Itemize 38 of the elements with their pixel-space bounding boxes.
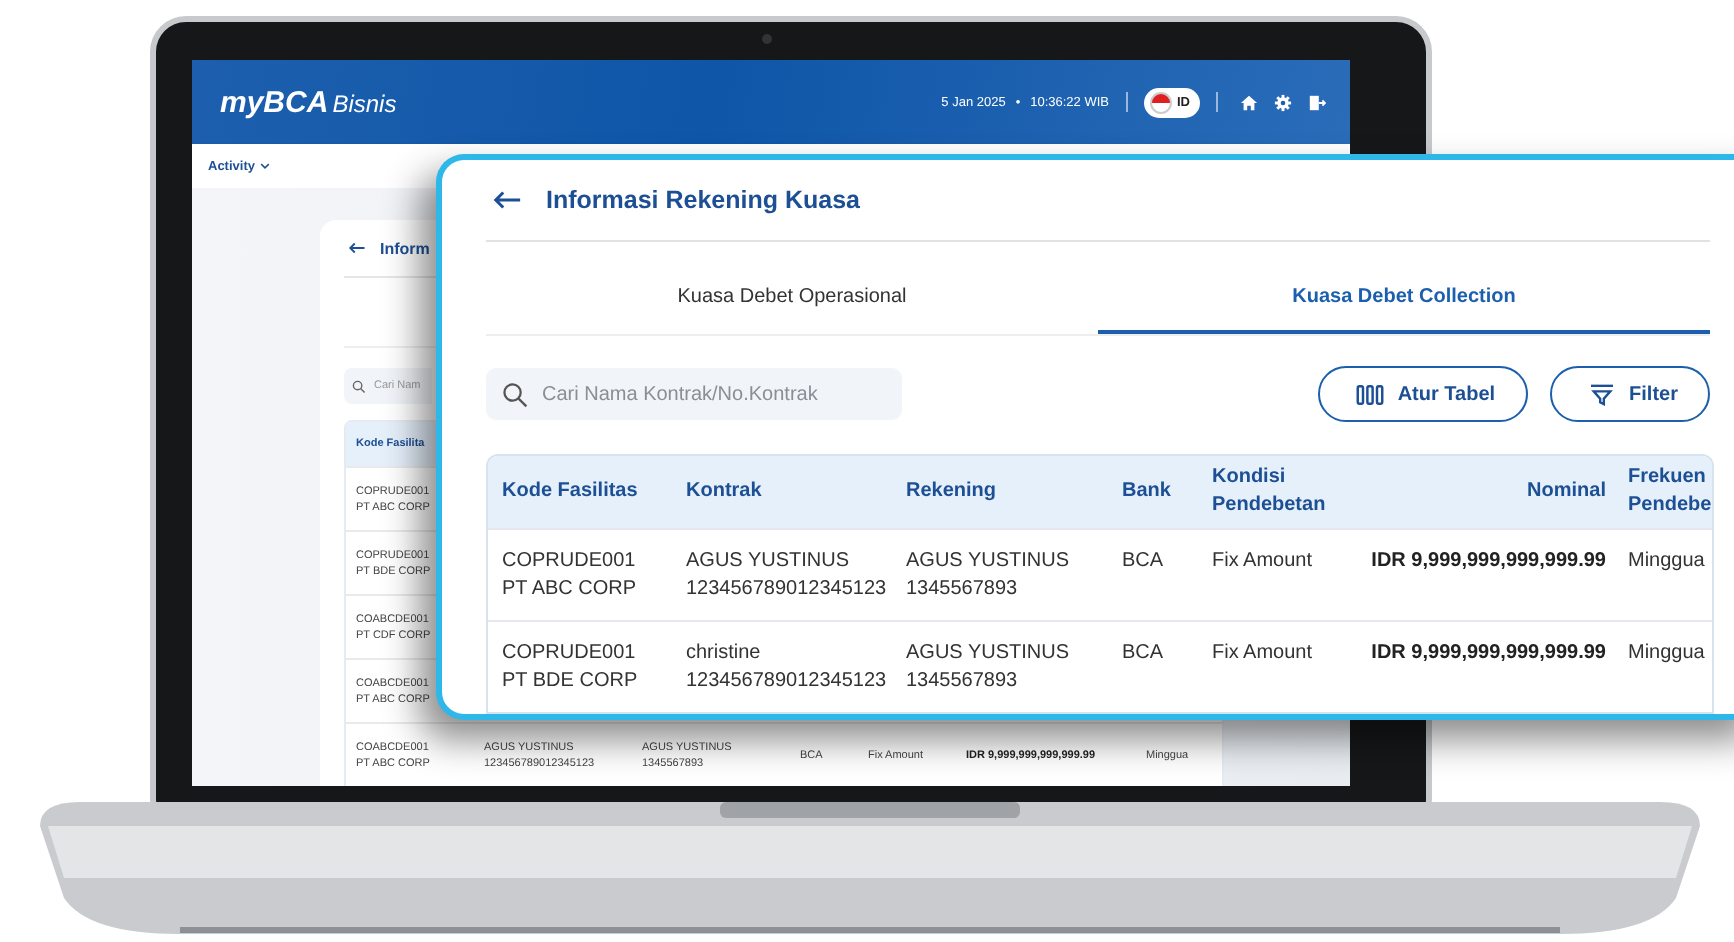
column-header: Rekening — [904, 478, 999, 506]
tab[interactable]: Kuasa Debet Collection — [1098, 262, 1710, 334]
back-arrow-icon[interactable] — [348, 242, 366, 254]
page-title: Inform — [380, 239, 430, 257]
panel-title: Informasi Rekening Kuasa — [546, 186, 860, 214]
table-cell-text: COPRUDE001 PT BDE CORP — [500, 640, 640, 696]
table-settings-button[interactable]: Atur Tabel — [1317, 366, 1528, 422]
table-cell-text: AGUS YUSTINUS 1345567893 — [904, 640, 1071, 696]
table-cell-text: christine 123456789012345123 — [684, 640, 889, 696]
settings-icon[interactable] — [1274, 93, 1292, 111]
column-header: Kontrak — [684, 478, 764, 506]
table-cell-text: Minggua — [1626, 640, 1707, 668]
table-cell-text: BCA — [1120, 640, 1166, 668]
columns-icon — [1355, 383, 1384, 405]
column-header: Frekuen Pendebe — [1626, 464, 1712, 520]
tab[interactable]: Kuasa Debet Operasional — [486, 262, 1098, 334]
table-cell-text: Minggua — [1626, 548, 1707, 576]
column-header: Kondisi Pendebetan — [1210, 464, 1328, 520]
exit-icon[interactable] — [1308, 93, 1326, 111]
table-cell-text: AGUS YUSTINUS 1345567893 — [904, 548, 1071, 604]
table-cell-text: IDR 9,999,999,999,999.99 — [1369, 548, 1608, 576]
back-arrow-icon[interactable] — [492, 190, 522, 210]
app-logo: myBCA Bisnis — [220, 85, 397, 119]
column-header: Kode Fasilitas — [500, 478, 640, 506]
camera-dot — [762, 34, 772, 44]
chevron-down-icon — [260, 162, 271, 170]
table-cell-text: BCA — [1120, 548, 1166, 576]
table-cell-text: IDR 9,999,999,999,999.99 — [1369, 640, 1608, 668]
table-cell-text: AGUS YUSTINUS 123456789012345123 — [684, 548, 889, 604]
filter-icon — [1587, 383, 1616, 405]
table-cell-text: Fix Amount — [1210, 548, 1315, 576]
search-field[interactable]: Cari Nama Kontrak/No.Kontrak — [486, 368, 902, 420]
table-cell-text: COPRUDE001 PT ABC CORP — [500, 548, 639, 604]
table-cell-text: Fix Amount — [1210, 640, 1315, 668]
column-header: Nominal — [1525, 478, 1608, 506]
filter-button[interactable]: Filter — [1549, 366, 1710, 422]
home-icon[interactable] — [1240, 93, 1258, 111]
column-header: Bank — [1120, 478, 1173, 506]
